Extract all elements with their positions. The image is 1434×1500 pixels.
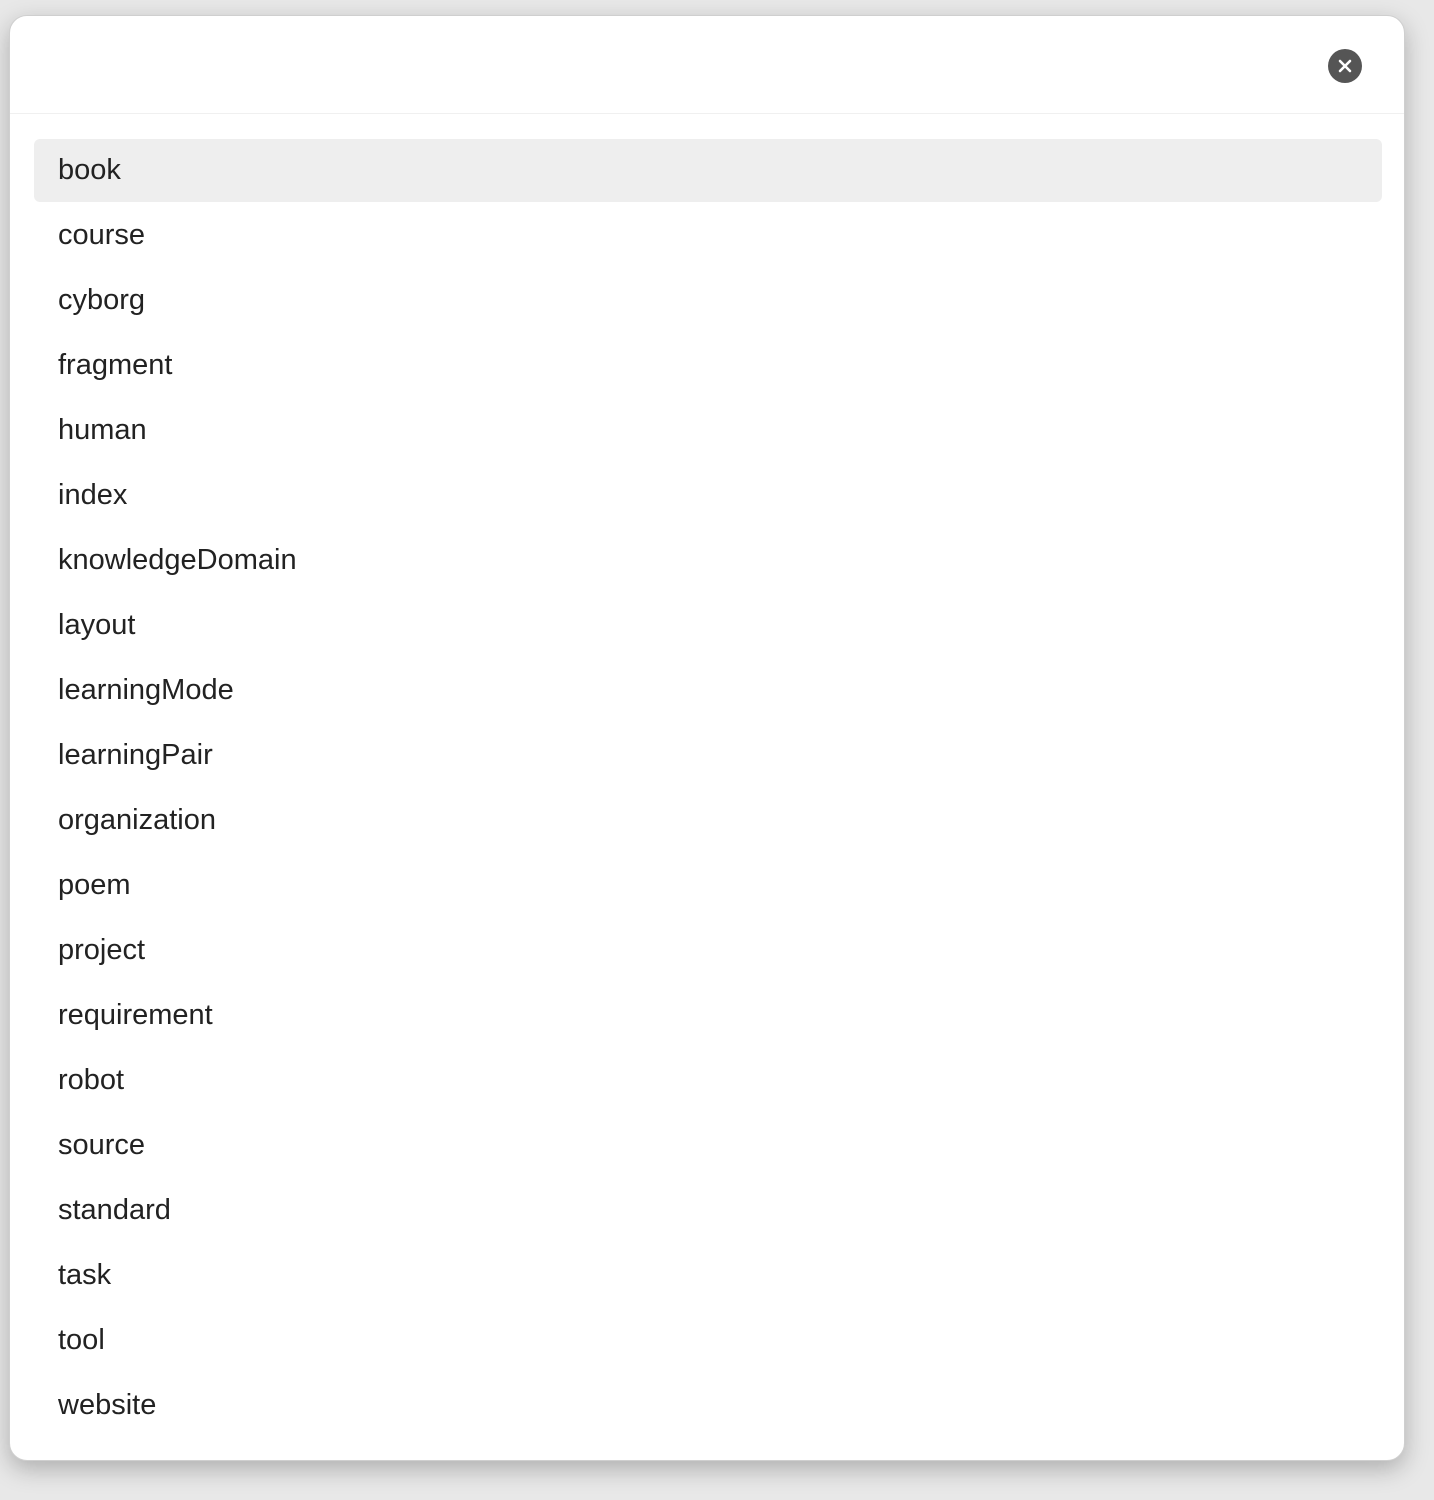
- option-item[interactable]: cyborg: [34, 269, 1382, 332]
- option-item[interactable]: requirement: [34, 984, 1382, 1047]
- dialog-header: [10, 16, 1404, 114]
- option-item[interactable]: layout: [34, 594, 1382, 657]
- close-icon: [1338, 59, 1352, 73]
- option-item[interactable]: learningPair: [34, 724, 1382, 787]
- selection-dialog: book course cyborg fragment human index …: [9, 15, 1405, 1461]
- close-button[interactable]: [1328, 49, 1362, 83]
- option-item[interactable]: fragment: [34, 334, 1382, 397]
- option-item[interactable]: index: [34, 464, 1382, 527]
- option-item[interactable]: knowledgeDomain: [34, 529, 1382, 592]
- option-item[interactable]: learningMode: [34, 659, 1382, 722]
- option-item[interactable]: tool: [34, 1309, 1382, 1372]
- option-item[interactable]: standard: [34, 1179, 1382, 1242]
- option-item[interactable]: website: [34, 1374, 1382, 1437]
- option-list: book course cyborg fragment human index …: [34, 139, 1382, 1439]
- option-item[interactable]: task: [34, 1244, 1382, 1307]
- option-item[interactable]: source: [34, 1114, 1382, 1177]
- option-item[interactable]: course: [34, 204, 1382, 267]
- option-item[interactable]: poem: [34, 854, 1382, 917]
- option-item[interactable]: human: [34, 399, 1382, 462]
- option-item[interactable]: project: [34, 919, 1382, 982]
- option-item[interactable]: organization: [34, 789, 1382, 852]
- option-item[interactable]: robot: [34, 1049, 1382, 1112]
- option-item[interactable]: book: [34, 139, 1382, 202]
